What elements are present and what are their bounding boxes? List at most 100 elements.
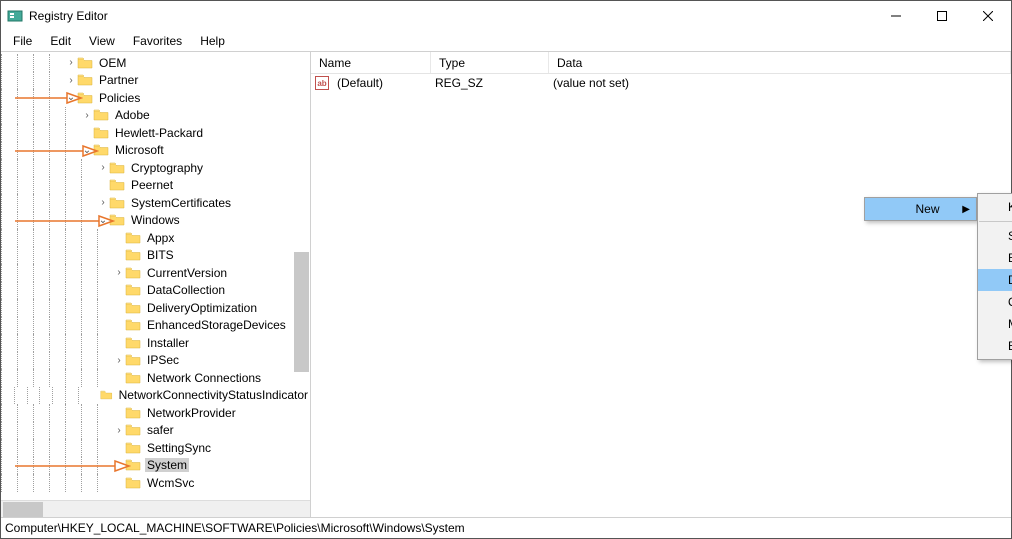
submenu-item[interactable]: Multi-String Value [978,313,1012,335]
menu-file[interactable]: File [5,32,40,50]
tree-panel: › OEM › Partner ⌄ Policies › Adobe Hewlett-Packa… [1,52,311,517]
tree-label[interactable]: DeliveryOptimization [145,301,259,315]
tree-node[interactable]: Network Connections [1,369,310,387]
tree-node[interactable]: WcmSvc [1,474,310,492]
tree-node[interactable]: Peernet [1,177,310,195]
submenu-item[interactable]: Key [978,196,1012,218]
value-type: REG_SZ [427,76,545,90]
column-header[interactable]: Name Type Data [311,52,1011,74]
tree-node[interactable]: › OEM [1,54,310,72]
tree-label[interactable]: Installer [145,336,191,350]
tree-label[interactable]: Policies [97,91,142,105]
tree-node[interactable]: EnhancedStorageDevices [1,317,310,335]
expand-icon[interactable]: › [113,267,125,278]
tree-node[interactable]: › CurrentVersion [1,264,310,282]
tree-node[interactable]: SettingSync [1,439,310,457]
col-data[interactable]: Data [549,52,1011,73]
tree-node[interactable]: DataCollection [1,282,310,300]
expand-icon[interactable]: › [113,355,125,366]
tree-node[interactable]: Hewlett-Packard [1,124,310,142]
menu-favorites[interactable]: Favorites [125,32,190,50]
values-list[interactable]: ab(Default)REG_SZ(value not set) [311,74,1011,92]
collapse-icon[interactable]: ⌄ [97,215,109,226]
values-panel: Name Type Data ab(Default)REG_SZ(value n… [311,52,1011,517]
maximize-button[interactable] [919,1,965,31]
tree-label[interactable]: Microsoft [113,143,166,157]
tree-label[interactable]: System [145,458,189,472]
registry-tree[interactable]: › OEM › Partner ⌄ Policies › Adobe Hewlett-Packa… [1,52,310,492]
submenu-item[interactable]: Binary Value [978,247,1012,269]
collapse-icon[interactable]: ⌄ [65,92,77,103]
tree-node[interactable]: › Adobe [1,107,310,125]
tree-node[interactable]: › Cryptography [1,159,310,177]
tree-node[interactable]: › safer [1,422,310,440]
tree-hscroll[interactable] [1,500,310,517]
tree-node[interactable]: › Partner [1,72,310,90]
submenu-item[interactable]: QWORD (64-bit) Value [978,291,1012,313]
tree-node[interactable]: NetworkConnectivityStatusIndicator [1,387,310,405]
col-type[interactable]: Type [431,52,549,73]
tree-label[interactable]: WcmSvc [145,476,196,490]
tree-node[interactable]: BITS [1,247,310,265]
expand-icon[interactable]: › [81,110,93,121]
tree-label[interactable]: DataCollection [145,283,227,297]
context-menu-new[interactable]: New ▶ [864,197,977,221]
value-row[interactable]: ab(Default)REG_SZ(value not set) [311,74,1011,92]
tree-node[interactable]: NetworkProvider [1,404,310,422]
statusbar: Computer\HKEY_LOCAL_MACHINE\SOFTWARE\Pol… [1,518,1011,538]
tree-label[interactable]: NetworkConnectivityStatusIndicator [117,388,310,402]
submenu-item[interactable]: Expandable String Value [978,335,1012,357]
expand-icon[interactable]: › [113,425,125,436]
tree-label[interactable]: OEM [97,56,128,70]
menu-new-label: New [915,202,939,216]
titlebar: Registry Editor [1,1,1011,31]
tree-node[interactable]: ⌄ Windows [1,212,310,230]
tree-label[interactable]: Network Connections [145,371,263,385]
submenu-item[interactable]: String Value [978,225,1012,247]
tree-label[interactable]: Hewlett-Packard [113,126,205,140]
tree-label[interactable]: safer [145,423,176,437]
tree-node[interactable]: Appx [1,229,310,247]
minimize-button[interactable] [873,1,919,31]
tree-node[interactable]: › IPSec [1,352,310,370]
tree-label[interactable]: IPSec [145,353,181,367]
tree-vscroll[interactable] [294,252,309,372]
tree-label[interactable]: Peernet [129,178,175,192]
tree-label[interactable]: Partner [97,73,140,87]
tree-label[interactable]: Appx [145,231,176,245]
tree-node[interactable]: ⌄ Policies [1,89,310,107]
window-title: Registry Editor [29,9,873,23]
expand-icon[interactable]: › [65,57,77,68]
menubar: File Edit View Favorites Help [1,31,1011,51]
collapse-icon[interactable]: ⌄ [81,145,93,156]
tree-label[interactable]: Cryptography [129,161,205,175]
tree-label[interactable]: Adobe [113,108,152,122]
expand-icon[interactable]: › [97,162,109,173]
string-value-icon: ab [315,76,329,90]
tree-label[interactable]: Windows [129,213,182,227]
menu-edit[interactable]: Edit [42,32,79,50]
tree-label[interactable]: CurrentVersion [145,266,229,280]
tree-node[interactable]: ⌄ Microsoft [1,142,310,160]
value-name: (Default) [329,76,427,90]
submenu-item[interactable]: DWORD (32-bit) Value [978,269,1012,291]
tree-label[interactable]: NetworkProvider [145,406,238,420]
statusbar-path: Computer\HKEY_LOCAL_MACHINE\SOFTWARE\Pol… [5,521,465,535]
tree-node[interactable]: › SystemCertificates [1,194,310,212]
tree-node[interactable]: System [1,457,310,475]
expand-icon[interactable]: › [65,75,77,86]
tree-label[interactable]: SettingSync [145,441,213,455]
menu-help[interactable]: Help [192,32,233,50]
menu-view[interactable]: View [81,32,123,50]
col-name[interactable]: Name [311,52,431,73]
tree-label[interactable]: SystemCertificates [129,196,233,210]
tree-label[interactable]: EnhancedStorageDevices [145,318,288,332]
tree-label[interactable]: BITS [145,248,176,262]
submenu-arrow-icon: ▶ [962,204,970,215]
context-submenu-new[interactable]: Key String ValueBinary ValueDWORD (32-bit… [977,193,1012,360]
expand-icon[interactable]: › [97,197,109,208]
close-button[interactable] [965,1,1011,31]
tree-node[interactable]: Installer [1,334,310,352]
tree-node[interactable]: DeliveryOptimization [1,299,310,317]
menu-new-item[interactable]: New ▶ [865,198,976,220]
